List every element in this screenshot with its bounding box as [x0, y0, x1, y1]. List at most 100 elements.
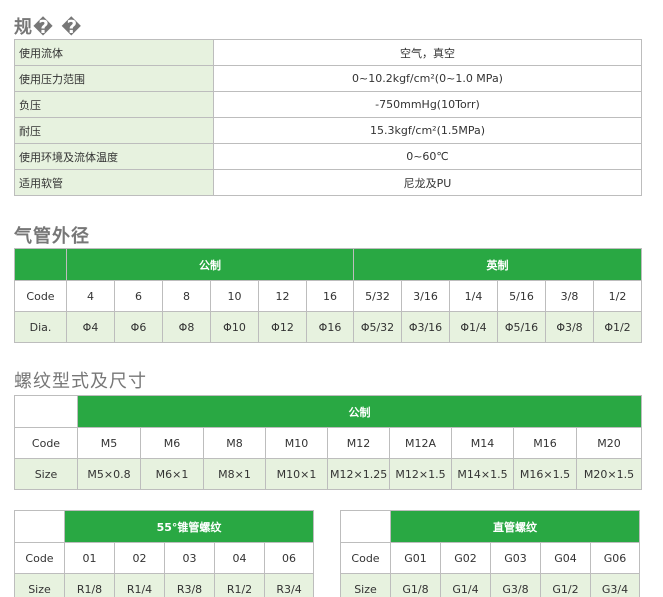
straight-code-cell: G06	[589, 542, 641, 574]
tube-dia-cell: Φ5/32	[353, 311, 402, 343]
taper-code-cell: 02	[114, 542, 165, 574]
tube-code-cell: 4	[66, 280, 115, 312]
spec-label: 使用压力范围	[14, 65, 214, 92]
straight-header-row: 直管螺纹	[340, 510, 641, 543]
tube-code-cell: 5/32	[353, 280, 402, 312]
spec-label: 使用流体	[14, 39, 214, 66]
tube-dia-cell: Φ12	[258, 311, 307, 343]
taper-size-cell: R3/8	[164, 573, 215, 597]
thread-header-row: 公制	[14, 395, 642, 428]
tube-code-row: Code 4 6 8 10 12 16 5/32 3/16 1/4 5/16 3/8 1/2	[14, 280, 642, 312]
thread-header-blank	[14, 395, 78, 428]
tube-dia-cell: Φ1/4	[449, 311, 498, 343]
thread-size-cell: M10×1	[265, 458, 328, 490]
tube-code-cell: 3/16	[401, 280, 450, 312]
straight-code-cell: G01	[390, 542, 441, 574]
tube-dia-cell: Φ6	[114, 311, 163, 343]
spec-value: 0~60℃	[213, 143, 642, 170]
spec-value: 尼龙及PU	[213, 169, 642, 196]
tube-dia-cell: Φ8	[162, 311, 211, 343]
thread-metric-header: 公制	[77, 395, 642, 428]
straight-code-cell: G02	[440, 542, 491, 574]
tube-heading: 气管外径	[14, 226, 90, 247]
tube-dia-cell: Φ5/16	[497, 311, 546, 343]
spec-value: -750mmHg(10Torr)	[213, 91, 642, 118]
thread-size-cell: M12×1.25	[327, 458, 390, 490]
taper-header-row: 55°锥管螺纹	[14, 510, 315, 543]
tube-dia-cell: Φ10	[210, 311, 259, 343]
spec-label: 耐压	[14, 117, 214, 144]
spec-label: 负压	[14, 91, 214, 118]
tube-code-cell: 16	[306, 280, 354, 312]
straight-thread-table: 直管螺纹 Code G01 G02 G03 G04 G06 Size G1/8 G1/4 G…	[340, 510, 641, 597]
thread-size-label: Size	[14, 458, 78, 490]
spec-row: 使用流体 空气，真空	[14, 39, 642, 66]
spec-heading: 规� �	[14, 17, 83, 38]
thread-code-cell: M5	[77, 427, 141, 459]
thread-size-cell: M8×1	[203, 458, 266, 490]
thread-size-cell: M14×1.5	[451, 458, 514, 490]
tube-dia-cell: Φ4	[66, 311, 115, 343]
tube-code-label: Code	[14, 280, 67, 312]
spec-table-body: 使用流体 空气，真空 使用压力范围 0~10.2kgf/cm²(0~1.0 MPa) 负…	[14, 39, 642, 196]
tube-code-cell: 1/2	[593, 280, 642, 312]
thread-code-cell: M6	[140, 427, 204, 459]
thread-heading: 螺纹型式及尺寸	[14, 371, 147, 392]
straight-size-cell: G3/8	[490, 573, 541, 597]
thread-size-cell: M20×1.5	[576, 458, 642, 490]
straight-size-cell: G3/4	[589, 573, 641, 597]
thread-size-cell: M6×1	[140, 458, 204, 490]
straight-code-label: Code	[340, 542, 391, 574]
spec-row: 负压 -750mmHg(10Torr)	[14, 91, 642, 118]
spec-value: 15.3kgf/cm²(1.5MPa)	[213, 117, 642, 144]
straight-size-cell: G1/4	[440, 573, 491, 597]
taper-size-label: Size	[14, 573, 65, 597]
taper-size-cell: R1/4	[114, 573, 165, 597]
spec-value: 0~10.2kgf/cm²(0~1.0 MPa)	[213, 65, 642, 92]
tube-inch-header: 英制	[353, 248, 642, 281]
taper-code-cell: 04	[214, 542, 265, 574]
straight-code-cell: G04	[540, 542, 591, 574]
thread-code-cell: M12A	[389, 427, 452, 459]
spec-label: 适用软管	[14, 169, 214, 196]
spec-row: 适用软管 尼龙及PU	[14, 169, 642, 196]
thread-code-cell: M14	[451, 427, 514, 459]
straight-code-cell: G03	[490, 542, 541, 574]
spec-table: 使用流体 空气，真空 使用压力范围 0~10.2kgf/cm²(0~1.0 MPa) 负…	[14, 39, 642, 196]
taper-header-blank	[14, 510, 65, 543]
straight-code-row: Code G01 G02 G03 G04 G06	[340, 542, 641, 574]
straight-size-row: Size G1/8 G1/4 G3/8 G1/2 G3/4	[340, 573, 641, 597]
thread-code-label: Code	[14, 427, 78, 459]
thread-code-cell: M16	[513, 427, 577, 459]
taper-size-row: Size R1/8 R1/4 R3/8 R1/2 R3/4	[14, 573, 315, 597]
tube-od-table: 公制 英制 Code 4 6 8 10 12 16 5/32 3/16 1/4 5/16 3/8 1/…	[14, 248, 642, 343]
thread-code-cell: M20	[576, 427, 642, 459]
straight-header-blank	[340, 510, 391, 543]
taper-size-cell: R1/2	[214, 573, 265, 597]
straight-size-cell: G1/2	[540, 573, 591, 597]
spec-row: 使用环境及流体温度 0~60℃	[14, 143, 642, 170]
thread-size-cell: M5×0.8	[77, 458, 141, 490]
thread-code-row: Code M5 M6 M8 M10 M12 M12A M14 M16 M20	[14, 427, 642, 459]
taper-code-cell: 01	[64, 542, 115, 574]
spec-value: 空气，真空	[213, 39, 642, 66]
thread-code-cell: M12	[327, 427, 390, 459]
straight-size-label: Size	[340, 573, 391, 597]
tube-code-cell: 12	[258, 280, 307, 312]
taper-size-cell: R3/4	[263, 573, 315, 597]
tube-dia-cell: Φ3/16	[401, 311, 450, 343]
straight-size-cell: G1/8	[390, 573, 441, 597]
tube-header-row: 公制 英制	[14, 248, 642, 281]
taper-header: 55°锥管螺纹	[63, 510, 315, 543]
tube-code-cell: 3/8	[545, 280, 594, 312]
tube-dia-cell: Φ1/2	[593, 311, 642, 343]
taper-size-cell: R1/8	[64, 573, 115, 597]
spec-label: 使用环境及流体温度	[14, 143, 214, 170]
tube-code-cell: 6	[114, 280, 163, 312]
taper-code-row: Code 01 02 03 04 06	[14, 542, 315, 574]
taper-code-cell: 06	[263, 542, 315, 574]
taper-code-label: Code	[14, 542, 65, 574]
thread-size-cell: M12×1.5	[389, 458, 452, 490]
tube-dia-cell: Φ3/8	[545, 311, 594, 343]
tube-dia-cell: Φ16	[306, 311, 354, 343]
